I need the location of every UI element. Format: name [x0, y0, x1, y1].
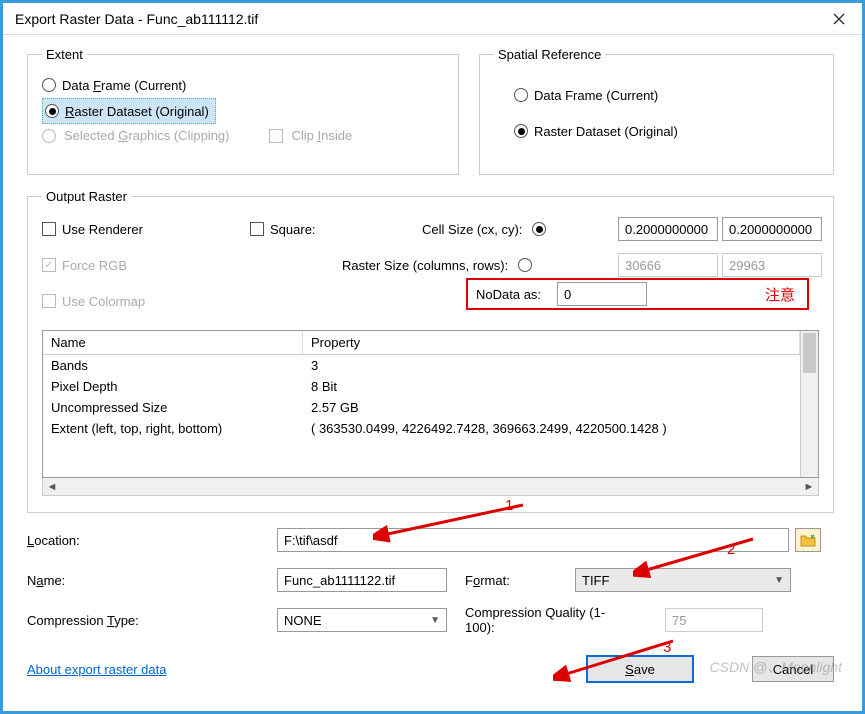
- about-link[interactable]: About export raster data: [27, 662, 166, 677]
- window-title: Export Raster Data - Func_ab111112.tif: [11, 11, 824, 27]
- cell-size-radio[interactable]: [532, 222, 546, 236]
- cell-size-label: Cell Size (cx, cy):: [422, 222, 522, 237]
- extent-dataframe-label: Data Frame (Current): [62, 78, 186, 93]
- name-input[interactable]: [277, 568, 447, 592]
- clip-inside-label: Clip Inside: [291, 128, 352, 143]
- scrollbar-thumb[interactable]: [803, 333, 816, 373]
- spatial-raster-label: Raster Dataset (Original): [534, 124, 678, 139]
- raster-size-radio[interactable]: [518, 258, 532, 272]
- grid-cell: 8 Bit: [303, 376, 800, 397]
- location-label: Location:: [27, 533, 277, 548]
- grid-row: Pixel Depth 8 Bit: [43, 376, 800, 397]
- use-renderer-checkbox[interactable]: [42, 222, 56, 236]
- extent-selected-radio: [42, 129, 56, 143]
- properties-grid: Name Property Bands 3 Pixel Depth 8 Bit …: [42, 330, 819, 478]
- titlebar: Export Raster Data - Func_ab111112.tif: [3, 3, 862, 35]
- compression-type-select[interactable]: NONE ▼: [277, 608, 447, 632]
- grid-header-property[interactable]: Property: [303, 331, 800, 354]
- force-rgb-checkbox: ✓: [42, 258, 56, 272]
- compression-type-value: NONE: [284, 613, 322, 628]
- format-select[interactable]: TIFF ▼: [575, 568, 791, 592]
- grid-cell: ( 363530.0499, 4226492.7428, 369663.2499…: [303, 418, 800, 439]
- chevron-down-icon: ▼: [774, 575, 784, 586]
- output-group: Output Raster Use Renderer Square: Cell …: [27, 189, 834, 513]
- nodata-input[interactable]: [557, 282, 647, 306]
- annotation-3: 3: [663, 639, 671, 656]
- compression-type-label: Compression Type:: [27, 613, 277, 628]
- grid-cell: 3: [303, 355, 800, 376]
- square-checkbox[interactable]: [250, 222, 264, 236]
- extent-raster-radio[interactable]: [45, 104, 59, 118]
- grid-cell: Pixel Depth: [43, 376, 303, 397]
- extent-group: Extent Data Frame (Current) Raster Datas…: [27, 47, 459, 175]
- extent-raster-label: Raster Dataset (Original): [65, 104, 209, 119]
- format-label: Format:: [465, 573, 575, 588]
- use-colormap-label: Use Colormap: [62, 294, 145, 309]
- folder-icon: [800, 533, 816, 547]
- cancel-button[interactable]: Cancel: [752, 656, 834, 682]
- name-label: Name:: [27, 573, 277, 588]
- grid-row: Extent (left, top, right, bottom) ( 3635…: [43, 418, 800, 439]
- grid-cell: Uncompressed Size: [43, 397, 303, 418]
- compression-quality-label: Compression Quality (1-100):: [465, 605, 625, 635]
- spatial-raster-radio[interactable]: [514, 124, 528, 138]
- extent-selected-label: Selected Graphics (Clipping): [64, 128, 229, 143]
- grid-hscrollbar[interactable]: ◄ ►: [42, 478, 819, 496]
- spatial-dataframe-label: Data Frame (Current): [534, 88, 658, 103]
- close-button[interactable]: [824, 7, 854, 31]
- nodata-highlight: NoData as: 注意: [466, 278, 809, 310]
- chevron-down-icon: ▼: [430, 615, 440, 626]
- scroll-left-icon[interactable]: ◄: [43, 478, 61, 495]
- cell-size-cy-input[interactable]: [722, 217, 822, 241]
- scroll-right-icon[interactable]: ►: [800, 478, 818, 495]
- compression-quality-input: [665, 608, 763, 632]
- raster-rows-input: [722, 253, 822, 277]
- browse-button[interactable]: [795, 528, 821, 552]
- grid-cell: 2.57 GB: [303, 397, 800, 418]
- close-icon: [833, 13, 845, 25]
- extent-dataframe-radio[interactable]: [42, 78, 56, 92]
- cell-size-cx-input[interactable]: [618, 217, 718, 241]
- grid-row: Bands 3: [43, 355, 800, 376]
- nodata-note: 注意: [765, 284, 795, 305]
- grid-cell: Extent (left, top, right, bottom): [43, 418, 303, 439]
- dialog-window: Export Raster Data - Func_ab111112.tif E…: [0, 0, 865, 714]
- force-rgb-label: Force RGB: [62, 258, 127, 273]
- output-legend: Output Raster: [42, 189, 131, 204]
- grid-header-name[interactable]: Name: [43, 331, 303, 354]
- dialog-body: Extent Data Frame (Current) Raster Datas…: [3, 35, 862, 695]
- clip-inside-checkbox: [269, 129, 283, 143]
- extent-legend: Extent: [42, 47, 87, 62]
- grid-row: Uncompressed Size 2.57 GB: [43, 397, 800, 418]
- grid-cell: Bands: [43, 355, 303, 376]
- spatial-group: Spatial Reference Data Frame (Current) R…: [479, 47, 834, 175]
- use-colormap-checkbox: [42, 294, 56, 308]
- spatial-legend: Spatial Reference: [494, 47, 605, 62]
- raster-cols-input: [618, 253, 718, 277]
- grid-vscrollbar[interactable]: [800, 331, 818, 477]
- square-label: Square:: [270, 222, 316, 237]
- raster-size-label: Raster Size (columns, rows):: [342, 258, 508, 273]
- save-button[interactable]: Save: [586, 655, 694, 683]
- use-renderer-label: Use Renderer: [62, 222, 143, 237]
- nodata-label: NoData as:: [476, 287, 541, 302]
- spatial-dataframe-radio[interactable]: [514, 88, 528, 102]
- location-input[interactable]: [277, 528, 789, 552]
- format-value: TIFF: [582, 573, 609, 588]
